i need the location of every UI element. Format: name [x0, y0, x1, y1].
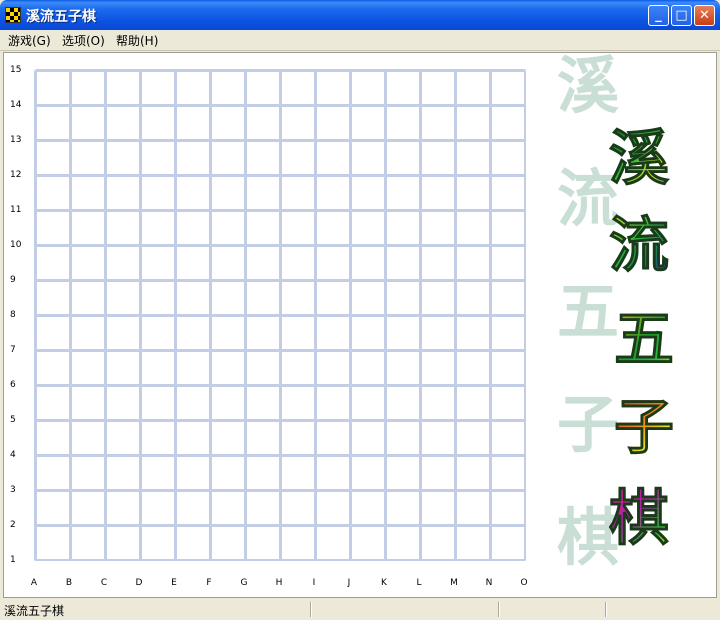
column-label: D — [135, 578, 143, 588]
status-bar: 溪流五子棋 — [0, 600, 720, 620]
menu-options[interactable]: 选项(O) — [62, 32, 105, 49]
maximize-button[interactable]: □ — [671, 5, 692, 26]
column-label: C — [100, 578, 108, 588]
logo-char: 溪 — [609, 124, 670, 194]
column-label: A — [30, 578, 38, 588]
row-label: 10 — [10, 240, 22, 250]
column-label: M — [450, 578, 458, 588]
column-label: J — [347, 578, 351, 588]
status-divider — [310, 602, 312, 617]
row-label: 12 — [10, 170, 22, 180]
row-label: 4 — [10, 450, 16, 460]
row-label: 6 — [10, 380, 16, 390]
row-label: 7 — [10, 345, 16, 355]
column-label: G — [240, 578, 248, 588]
logo-char: 棋 — [609, 484, 670, 554]
game-area: 15 14 13 12 11 10 9 8 7 6 5 4 3 2 1 ABCDEFGHIJKLMNO 溪流… — [3, 52, 717, 598]
row-label: 3 — [10, 485, 16, 495]
row-label: 9 — [10, 275, 16, 285]
game-board[interactable] — [34, 69, 526, 561]
logo-shadow-char: 五 — [557, 275, 620, 348]
row-label: 1 — [10, 555, 16, 565]
row-label: 11 — [10, 205, 22, 215]
column-label: H — [275, 578, 283, 588]
row-label: 5 — [10, 415, 16, 425]
menu-bar: 游戏(G) 选项(O) 帮助(H) — [0, 30, 720, 51]
menu-help[interactable]: 帮助(H) — [116, 32, 158, 49]
title-bar[interactable]: 溪流五子棋 _ □ ✕ — [0, 0, 720, 30]
gomoku-app-icon[interactable] — [5, 7, 21, 23]
column-label: K — [381, 578, 387, 588]
close-button[interactable]: ✕ — [694, 5, 715, 26]
column-label: E — [171, 578, 177, 588]
column-label: F — [206, 578, 212, 588]
logo-char: 流 — [609, 211, 670, 281]
row-label: 15 — [10, 65, 22, 75]
app-window: 溪流五子棋 _ □ ✕ 游戏(G) 选项(O) 帮助(H) 15 14 13 12 11… — [0, 0, 720, 620]
menu-game[interactable]: 游戏(G) — [8, 32, 51, 49]
window-title: 溪流五子棋 — [26, 9, 96, 25]
status-text: 溪流五子棋 — [4, 604, 65, 618]
minimize-button[interactable]: _ — [648, 5, 669, 26]
column-label: O — [520, 578, 528, 588]
column-label: I — [312, 578, 316, 588]
logo-char: 五 — [614, 305, 675, 375]
row-label: 14 — [10, 100, 22, 110]
logo-char: 子 — [614, 393, 675, 463]
row-label: 8 — [10, 310, 16, 320]
logo-shadow-char: 子 — [557, 388, 620, 461]
logo-shadow-char: 溪 — [557, 49, 620, 122]
status-divider — [605, 602, 607, 617]
column-label: N — [485, 578, 493, 588]
row-label: 13 — [10, 135, 22, 145]
status-divider — [498, 602, 500, 617]
column-label: L — [416, 578, 422, 588]
column-label: B — [65, 578, 73, 588]
row-label: 2 — [10, 520, 16, 530]
